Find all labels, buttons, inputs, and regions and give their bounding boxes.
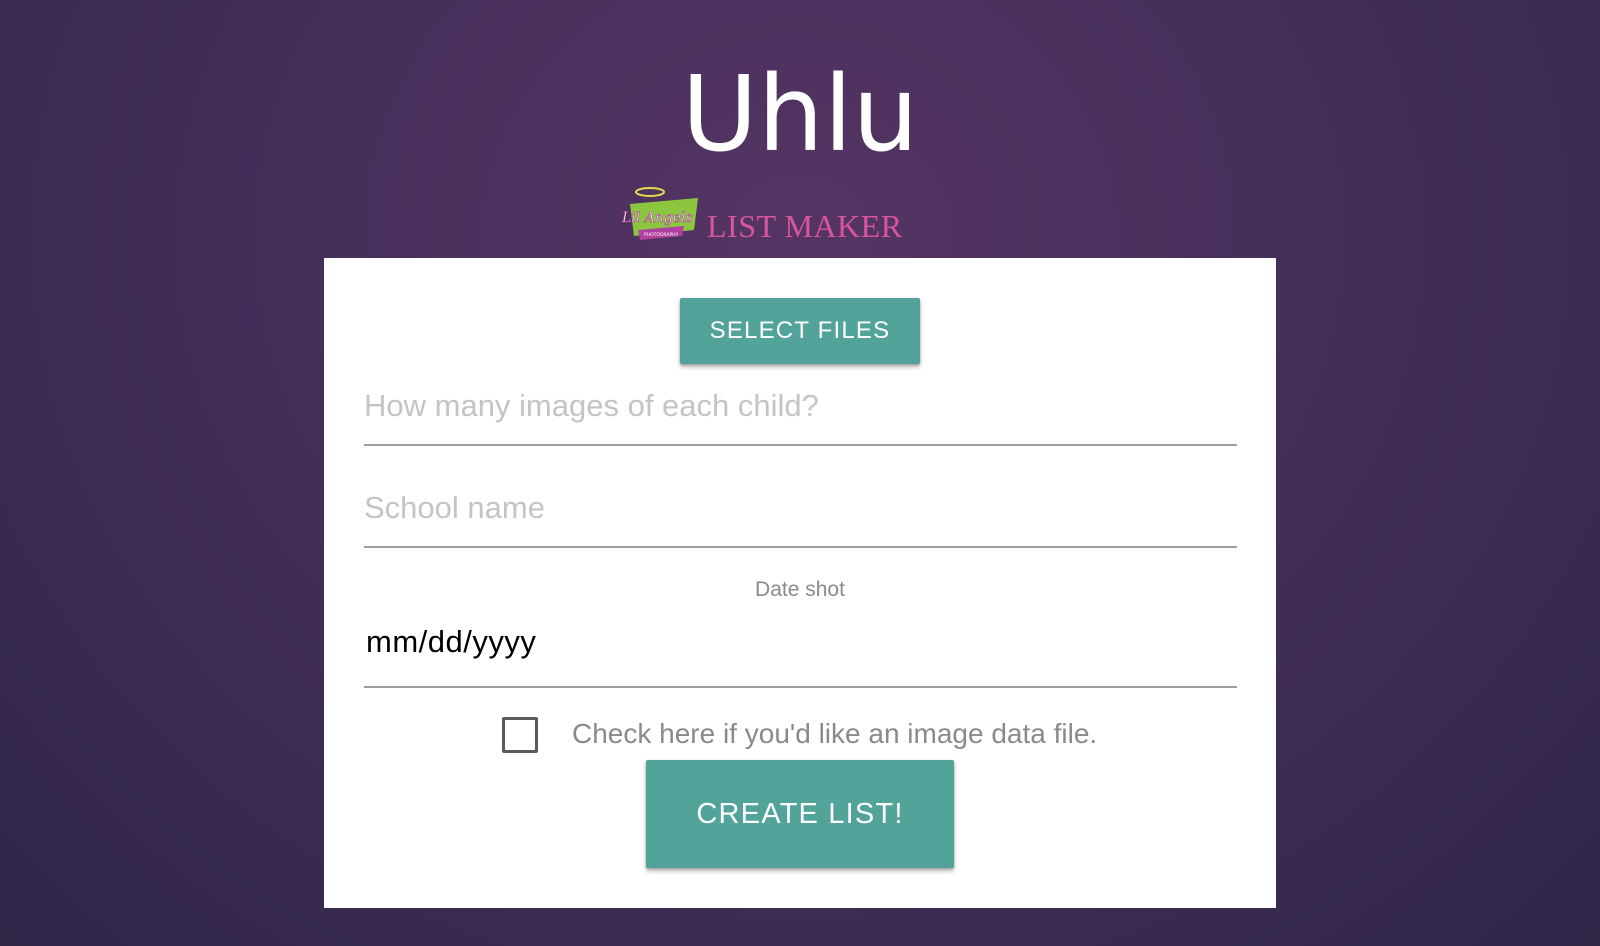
- lil-angels-logo: Lil Angels PHOTOGRAPHY: [621, 187, 698, 240]
- school-name-field: [364, 472, 1237, 548]
- images-per-child-input[interactable]: [364, 376, 1237, 436]
- image-data-file-checkbox-label[interactable]: Check here if you'd like an image data f…: [572, 718, 1097, 750]
- logo-small-text: PHOTOGRAPHY: [644, 232, 679, 238]
- school-name-input[interactable]: [364, 478, 1237, 538]
- date-shot-field[interactable]: mm/dd/yyyy: [364, 624, 1237, 688]
- date-shot-label: Date shot: [755, 578, 845, 601]
- select-files-button[interactable]: SELECT FILES: [680, 298, 920, 364]
- list-maker-header: Lil Angels PHOTOGRAPHY LIST MAKER: [620, 186, 910, 246]
- images-per-child-field: [364, 370, 1237, 446]
- subtitle: LIST MAKER: [707, 208, 903, 244]
- form-card: SELECT FILES Date shot mm/dd/yyyy Check …: [324, 258, 1276, 908]
- logo-script-text: Lil Angels: [621, 210, 693, 226]
- app-title: Uhlu: [681, 53, 919, 175]
- date-shot-input[interactable]: mm/dd/yyyy: [366, 624, 536, 660]
- create-list-button[interactable]: CREATE LIST!: [646, 760, 954, 868]
- image-data-file-checkbox[interactable]: [502, 717, 538, 753]
